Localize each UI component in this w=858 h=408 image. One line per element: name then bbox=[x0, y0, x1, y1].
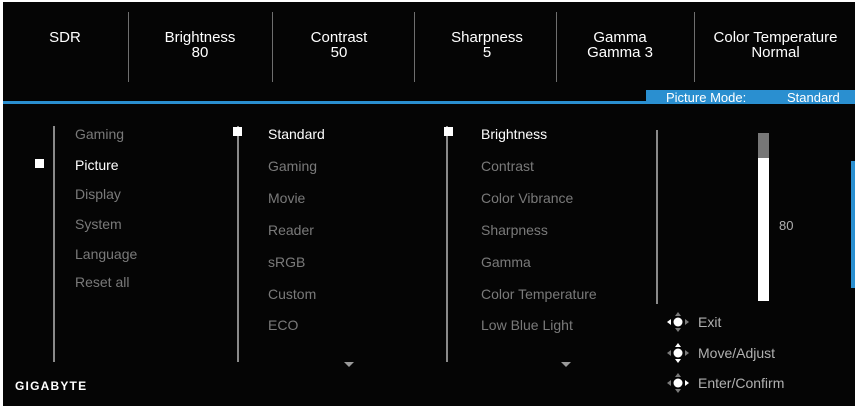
column-divider bbox=[53, 126, 55, 362]
scroll-down-arrow-icon[interactable] bbox=[344, 362, 354, 367]
column-divider bbox=[656, 130, 658, 304]
menu-item-display[interactable]: Display bbox=[75, 187, 121, 201]
picture-mode-reader[interactable]: Reader bbox=[268, 223, 314, 237]
setting-color-vibrance[interactable]: Color Vibrance bbox=[481, 191, 573, 205]
status-color-temperature: Color Temperature Normal bbox=[703, 30, 848, 60]
menu-item-system[interactable]: System bbox=[75, 217, 122, 231]
setting-contrast[interactable]: Contrast bbox=[481, 159, 534, 173]
status-label: SDR bbox=[49, 29, 81, 46]
joystick-press-icon bbox=[667, 373, 689, 393]
setting-brightness[interactable]: Brightness bbox=[481, 127, 547, 141]
hint-label: Move/Adjust bbox=[698, 345, 776, 361]
menu-item-picture[interactable]: Picture bbox=[75, 158, 119, 172]
menu-item-reset-all[interactable]: Reset all bbox=[75, 275, 129, 289]
slider-remaining bbox=[758, 133, 769, 158]
selection-marker bbox=[444, 127, 453, 136]
picture-mode-eco[interactable]: ECO bbox=[268, 318, 298, 332]
status-label: Contrast bbox=[310, 29, 368, 46]
status-divider bbox=[414, 12, 415, 82]
brightness-slider[interactable] bbox=[758, 133, 769, 301]
menu-item-language[interactable]: Language bbox=[75, 247, 137, 261]
picture-mode-custom[interactable]: Custom bbox=[268, 287, 316, 301]
column-divider bbox=[446, 126, 448, 362]
setting-gamma[interactable]: Gamma bbox=[481, 255, 531, 269]
menu-item-gaming[interactable]: Gaming bbox=[75, 127, 124, 141]
brand-logo: GIGABYTE bbox=[15, 379, 88, 393]
status-sharpness: Sharpness 5 bbox=[437, 30, 537, 60]
joystick-updown-icon bbox=[667, 343, 689, 363]
picture-mode-gaming[interactable]: Gaming bbox=[268, 159, 317, 173]
scroll-down-arrow-icon[interactable] bbox=[561, 362, 571, 367]
setting-sharpness[interactable]: Sharpness bbox=[481, 223, 548, 237]
status-label: Brightness bbox=[164, 29, 236, 46]
picture-mode-value: Standard bbox=[787, 90, 840, 105]
hint-label: Exit bbox=[698, 314, 722, 330]
status-value: 5 bbox=[482, 44, 492, 61]
right-accent-bar bbox=[851, 161, 855, 288]
osd-menu: SDR Brightness 80 Contrast 50 Sharpness … bbox=[3, 2, 855, 406]
status-divider bbox=[556, 12, 557, 82]
status-label: Sharpness bbox=[451, 29, 523, 46]
selection-marker bbox=[233, 127, 242, 136]
setting-low-blue-light[interactable]: Low Blue Light bbox=[481, 318, 573, 332]
status-divider bbox=[272, 12, 273, 82]
joystick-left-icon bbox=[667, 312, 689, 332]
picture-mode-movie[interactable]: Movie bbox=[268, 191, 305, 205]
status-value: Gamma 3 bbox=[587, 44, 653, 61]
status-brightness: Brightness 80 bbox=[150, 30, 250, 60]
picture-mode-label: Picture Mode: bbox=[666, 90, 747, 105]
column-divider bbox=[237, 126, 239, 362]
status-contrast: Contrast 50 bbox=[289, 30, 389, 60]
status-divider bbox=[128, 12, 129, 82]
status-divider bbox=[694, 12, 695, 82]
hint-label: Enter/Confirm bbox=[698, 375, 785, 391]
status-sdr: SDR bbox=[25, 30, 105, 45]
selection-marker bbox=[35, 159, 44, 168]
status-label: Gamma bbox=[593, 29, 647, 46]
picture-mode-srgb[interactable]: sRGB bbox=[268, 255, 305, 269]
status-value: 80 bbox=[191, 44, 209, 61]
status-value: 50 bbox=[330, 44, 348, 61]
status-gamma: Gamma Gamma 3 bbox=[570, 30, 670, 60]
setting-color-temperature[interactable]: Color Temperature bbox=[481, 287, 597, 301]
picture-mode-standard[interactable]: Standard bbox=[268, 127, 325, 141]
slider-value: 80 bbox=[779, 218, 794, 233]
status-value: Normal bbox=[751, 44, 800, 61]
status-label: Color Temperature bbox=[713, 29, 838, 46]
